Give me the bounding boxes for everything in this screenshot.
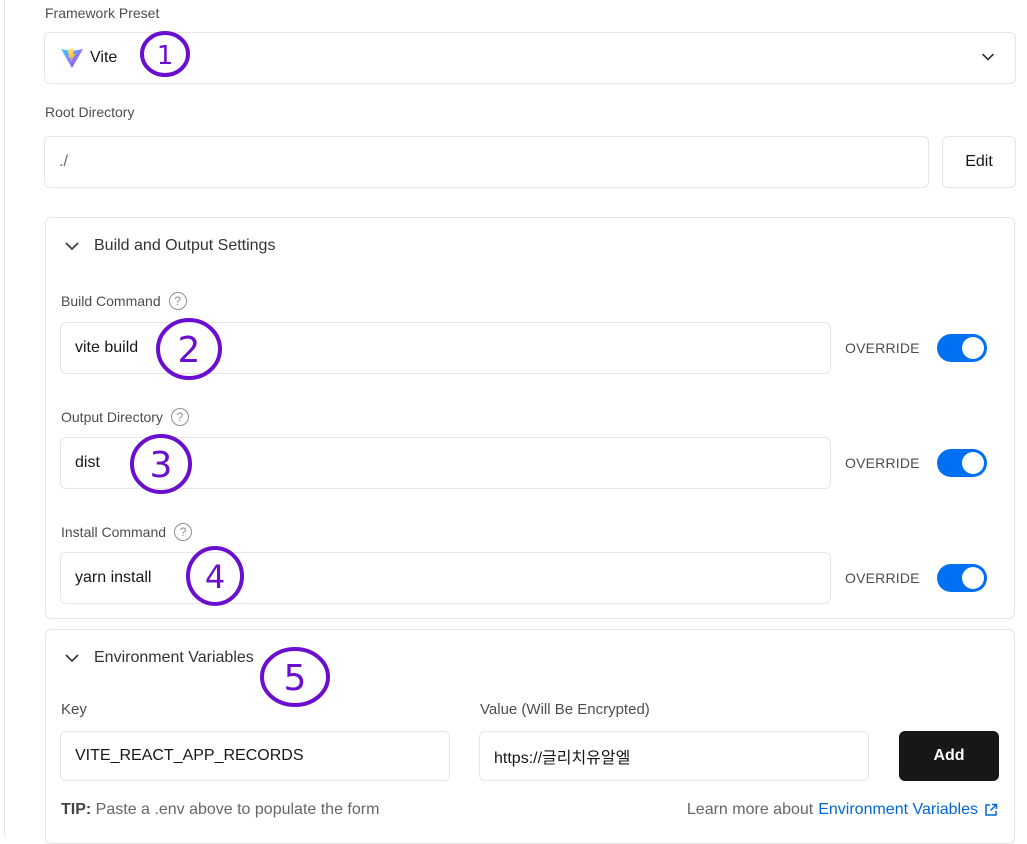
install-command-input[interactable]: yarn install — [60, 552, 831, 604]
env-key-input[interactable]: VITE_REACT_APP_RECORDS — [60, 731, 450, 781]
help-icon[interactable]: ? — [170, 408, 189, 426]
framework-preset-value: Vite — [90, 49, 118, 66]
env-learn-more: Learn more about Environment Variables — [687, 801, 998, 819]
build-command-label: Build Command ? — [61, 292, 187, 310]
install-command-override-label: OVERRIDE — [845, 570, 920, 586]
root-directory-label: Root Directory — [45, 104, 135, 120]
env-tip: TIP: Paste a .env above to populate the … — [61, 801, 379, 819]
framework-preset-select[interactable]: Vite — [44, 32, 1016, 84]
vite-logo-icon — [60, 47, 84, 69]
page-left-border — [4, 0, 5, 836]
env-value-label: Value (Will Be Encrypted) — [480, 701, 650, 718]
build-output-settings-toggle[interactable]: Build and Output Settings — [64, 236, 275, 256]
output-directory-value: dist — [75, 454, 100, 471]
edit-root-directory-button[interactable]: Edit — [942, 136, 1016, 188]
env-tip-label: TIP: — [61, 801, 92, 818]
help-icon[interactable]: ? — [174, 523, 193, 541]
chevron-down-icon — [981, 52, 995, 62]
environment-variables-title: Environment Variables — [94, 649, 254, 666]
install-command-label-text: Install Command — [61, 524, 167, 540]
chevron-down-icon — [64, 653, 94, 663]
output-directory-label: Output Directory ? — [61, 408, 189, 426]
env-key-value: VITE_REACT_APP_RECORDS — [75, 747, 304, 764]
env-key-label: Key — [61, 701, 87, 718]
build-output-settings-title: Build and Output Settings — [94, 237, 276, 254]
output-directory-label-text: Output Directory — [61, 409, 163, 425]
help-icon[interactable]: ? — [168, 292, 187, 310]
output-directory-input[interactable]: dist — [60, 437, 831, 489]
root-directory-input[interactable]: ./ — [44, 136, 929, 188]
build-command-input[interactable]: vite build — [60, 322, 831, 374]
output-directory-override-toggle[interactable] — [937, 449, 987, 477]
external-link-icon — [984, 803, 998, 817]
build-command-label-text: Build Command — [61, 293, 161, 309]
build-command-override-toggle[interactable] — [937, 334, 987, 362]
env-value-value: https://글리치유알엘 — [494, 750, 631, 767]
env-learn-more-text: Learn more about — [686, 801, 814, 818]
framework-preset-label: Framework Preset — [45, 5, 160, 21]
output-directory-override-label: OVERRIDE — [845, 455, 920, 471]
chevron-down-icon — [64, 241, 94, 251]
install-command-override-toggle[interactable] — [937, 564, 987, 592]
env-tip-text: Paste a .env above to populate the form — [95, 801, 380, 818]
env-value-input[interactable]: https://글리치유알엘 — [479, 731, 869, 781]
root-directory-value: ./ — [59, 153, 68, 170]
install-command-value: yarn install — [75, 569, 152, 586]
add-env-variable-button[interactable]: Add — [899, 731, 999, 781]
build-command-override-label: OVERRIDE — [845, 340, 920, 356]
environment-variables-toggle[interactable]: Environment Variables — [64, 648, 254, 668]
build-command-value: vite build — [75, 339, 139, 356]
environment-variables-docs-link[interactable]: Environment Variables — [818, 801, 978, 819]
install-command-label: Install Command ? — [61, 523, 193, 541]
